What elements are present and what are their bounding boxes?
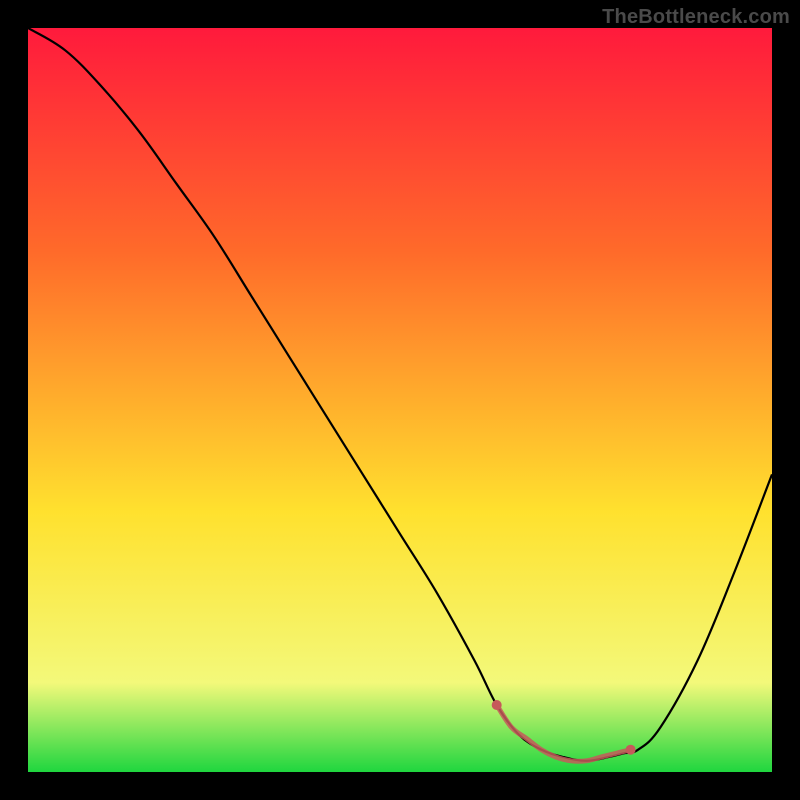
plot-area — [28, 28, 772, 772]
gradient-background — [28, 28, 772, 772]
optimum-end-dot — [626, 745, 636, 755]
optimum-start-dot — [492, 700, 502, 710]
chart-root: TheBottleneck.com — [0, 0, 800, 800]
chart-svg — [28, 28, 772, 772]
watermark-text: TheBottleneck.com — [602, 6, 790, 29]
